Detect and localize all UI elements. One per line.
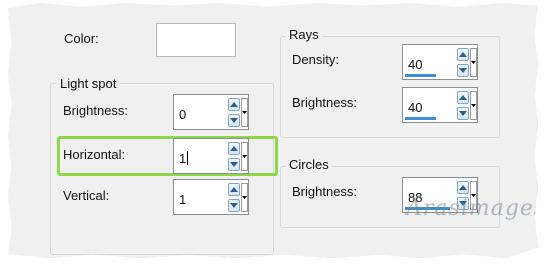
text-caret bbox=[187, 151, 189, 165]
light-spot-brightness-value: 0 bbox=[179, 107, 187, 122]
light-spot-title: Light spot bbox=[57, 76, 120, 91]
increment-arrow-icon[interactable] bbox=[457, 91, 469, 104]
decrement-arrow-icon[interactable] bbox=[228, 114, 240, 127]
watermark-text: Arasimages bbox=[406, 196, 547, 221]
decrement-arrow-icon[interactable] bbox=[228, 199, 240, 212]
rays-density-level-bar bbox=[405, 74, 436, 77]
rays-density-label: Density: bbox=[292, 52, 339, 67]
light-spot-vertical-label: Vertical: bbox=[63, 188, 110, 203]
rays-title: Rays bbox=[286, 27, 322, 42]
increment-arrow-icon[interactable] bbox=[228, 98, 240, 111]
rays-brightness-spinner[interactable]: 40 bbox=[402, 87, 478, 123]
color-label: Color: bbox=[64, 31, 99, 46]
light-spot-horizontal-value: 1 bbox=[179, 151, 187, 166]
light-spot-vertical-spinner[interactable]: 1 bbox=[173, 179, 249, 215]
rays-brightness-value: 40 bbox=[408, 100, 423, 115]
light-spot-vertical-value: 1 bbox=[179, 192, 187, 207]
dropdown-icon[interactable] bbox=[470, 48, 477, 77]
decrement-arrow-icon[interactable] bbox=[457, 64, 469, 77]
dropdown-icon[interactable] bbox=[241, 98, 248, 127]
decrement-arrow-icon[interactable] bbox=[228, 158, 240, 171]
rays-brightness-label: Brightness: bbox=[292, 95, 358, 110]
circles-title: Circles bbox=[286, 157, 332, 172]
color-swatch[interactable] bbox=[156, 23, 236, 57]
circles-brightness-label: Brightness: bbox=[292, 184, 358, 199]
increment-arrow-icon[interactable] bbox=[228, 142, 240, 155]
dialog-panel: Color: Light spot Brightness: 0 Horizont… bbox=[8, 3, 538, 258]
watermark-logo: Arasimages bbox=[406, 196, 538, 232]
rays-density-value: 40 bbox=[408, 57, 423, 72]
dropdown-icon[interactable] bbox=[470, 91, 477, 120]
rays-brightness-level-bar bbox=[405, 117, 436, 120]
increment-arrow-icon[interactable] bbox=[457, 48, 469, 61]
light-spot-horizontal-label: Horizontal: bbox=[63, 147, 126, 162]
light-spot-brightness-spinner[interactable]: 0 bbox=[173, 94, 249, 130]
increment-arrow-icon[interactable] bbox=[228, 183, 240, 196]
dropdown-icon[interactable] bbox=[241, 142, 248, 171]
increment-arrow-icon[interactable] bbox=[457, 181, 469, 194]
decrement-arrow-icon[interactable] bbox=[457, 107, 469, 120]
dropdown-icon[interactable] bbox=[241, 183, 248, 212]
light-spot-brightness-label: Brightness: bbox=[63, 103, 129, 118]
light-spot-horizontal-spinner[interactable]: 1 bbox=[173, 138, 249, 174]
rays-density-spinner[interactable]: 40 bbox=[402, 44, 478, 80]
